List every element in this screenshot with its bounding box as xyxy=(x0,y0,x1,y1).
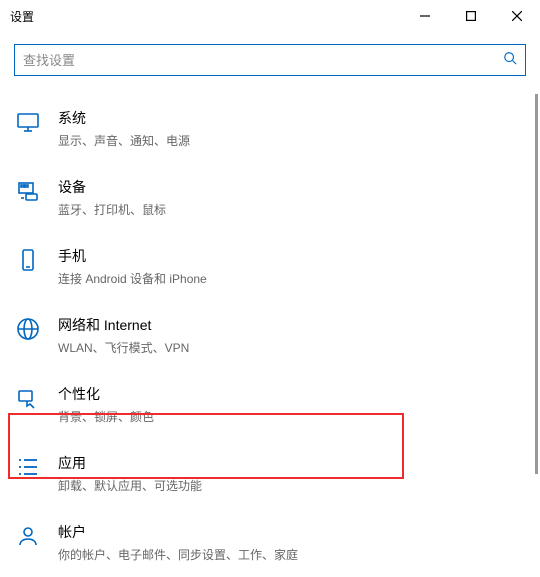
scrollbar[interactable] xyxy=(535,94,538,474)
paintbrush-icon xyxy=(16,386,40,410)
minimize-button[interactable] xyxy=(402,0,448,32)
category-network[interactable]: 网络和 Internet WLAN、飞行模式、VPN xyxy=(0,301,540,370)
devices-icon xyxy=(16,179,40,203)
category-devices[interactable]: 设备 蓝牙、打印机、鼠标 xyxy=(0,163,540,232)
category-title: 个性化 xyxy=(58,384,154,404)
globe-icon xyxy=(16,317,40,341)
category-desc: WLAN、飞行模式、VPN xyxy=(58,339,189,356)
categories-list: 系统 显示、声音、通知、电源 设备 蓝牙、打印机、鼠标 手机 连接 Androi… xyxy=(0,94,540,577)
category-title: 手机 xyxy=(58,246,207,266)
category-system[interactable]: 系统 显示、声音、通知、电源 xyxy=(0,94,540,163)
category-desc: 背景、锁屏、颜色 xyxy=(58,408,154,425)
category-title: 系统 xyxy=(58,108,190,128)
category-phone[interactable]: 手机 连接 Android 设备和 iPhone xyxy=(0,232,540,301)
phone-icon xyxy=(16,248,40,272)
category-desc: 你的帐户、电子邮件、同步设置、工作、家庭 xyxy=(58,546,298,563)
search-icon xyxy=(503,51,517,70)
person-icon xyxy=(16,524,40,548)
category-accounts[interactable]: 帐户 你的帐户、电子邮件、同步设置、工作、家庭 xyxy=(0,508,540,577)
category-desc: 连接 Android 设备和 iPhone xyxy=(58,270,207,287)
category-desc: 显示、声音、通知、电源 xyxy=(58,132,190,149)
search-input[interactable] xyxy=(23,53,503,68)
close-button[interactable] xyxy=(494,0,540,32)
category-personalize[interactable]: 个性化 背景、锁屏、颜色 xyxy=(0,370,540,439)
maximize-button[interactable] xyxy=(448,0,494,32)
category-title: 应用 xyxy=(58,453,202,473)
display-icon xyxy=(16,110,40,134)
window-title: 设置 xyxy=(10,8,34,25)
category-title: 帐户 xyxy=(58,522,298,542)
category-apps[interactable]: 应用 卸载、默认应用、可选功能 xyxy=(0,439,540,508)
titlebar: 设置 xyxy=(0,0,540,32)
apps-list-icon xyxy=(16,455,40,479)
search-box[interactable] xyxy=(14,44,526,76)
category-desc: 蓝牙、打印机、鼠标 xyxy=(58,201,166,218)
category-title: 网络和 Internet xyxy=(58,315,189,335)
category-title: 设备 xyxy=(58,177,166,197)
category-desc: 卸载、默认应用、可选功能 xyxy=(58,477,202,494)
window-controls xyxy=(402,0,540,32)
